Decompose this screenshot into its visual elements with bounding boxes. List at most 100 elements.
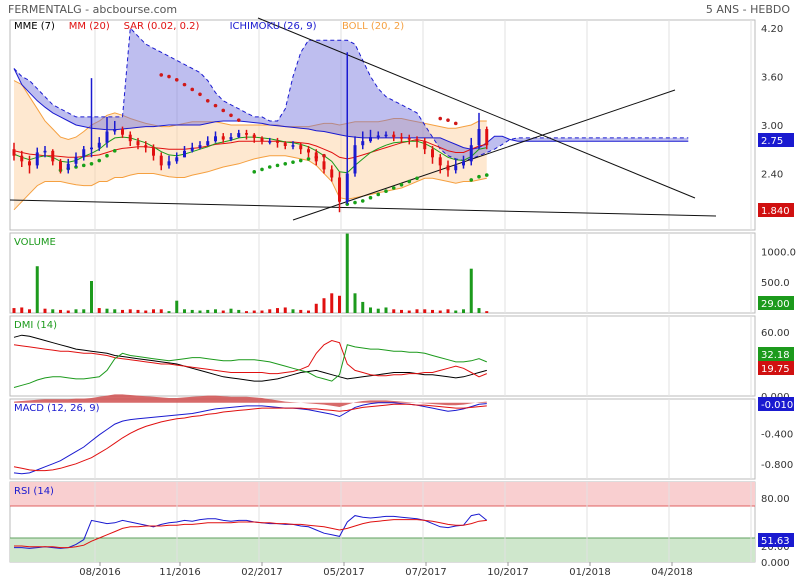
volume-panel: [9, 232, 756, 314]
volume-bar: [345, 233, 349, 313]
volume-bar: [431, 309, 434, 313]
volume-bar: [51, 309, 55, 313]
x-tick-4: 07/2017: [405, 567, 447, 578]
candle-body: [384, 134, 388, 137]
x-tick-5: 10/2017: [487, 567, 529, 578]
volume-bar: [190, 309, 194, 313]
volume-bar: [97, 308, 101, 313]
sar-dot: [205, 98, 210, 103]
candle-body: [485, 129, 489, 146]
x-tick-1: 11/2016: [159, 567, 201, 578]
volume-bar: [245, 311, 248, 313]
price-last-value: 2.75: [761, 136, 783, 147]
volume-bar: [12, 308, 16, 313]
sar-dot: [198, 92, 202, 97]
candle-body: [214, 136, 217, 142]
volume-bar: [415, 309, 419, 313]
volume-bar: [90, 281, 93, 313]
sar-dot: [353, 200, 357, 205]
price-ytick-1: 3.60: [761, 73, 783, 84]
sar-dot: [407, 179, 412, 184]
candle-body: [159, 155, 163, 166]
volume-bar: [407, 310, 411, 313]
volume-bar: [283, 307, 287, 313]
candle-body: [307, 149, 310, 153]
volume-bar: [20, 307, 24, 313]
candle-body: [392, 134, 396, 138]
sar-dot: [438, 116, 443, 121]
candle-body: [283, 142, 287, 146]
candle-body: [97, 142, 101, 148]
sar-dot: [159, 73, 164, 77]
volume-bar: [299, 309, 303, 313]
candle-body: [66, 163, 70, 170]
candle-body: [477, 129, 481, 146]
volume-bar: [121, 309, 124, 313]
price-last-label: 1.840: [761, 206, 790, 217]
candle-body: [260, 137, 264, 142]
volume-bar: [152, 309, 155, 313]
candle-body: [345, 173, 349, 202]
candle-body: [175, 157, 179, 162]
candle-body: [113, 129, 117, 132]
candle-body: [198, 145, 202, 148]
candle-body: [12, 149, 16, 156]
price-legend-3: ICHIMOKU (26, 9): [230, 21, 317, 32]
candle-body: [314, 152, 318, 162]
sar-dot: [384, 189, 388, 194]
volume-bar: [113, 309, 117, 313]
volume-bar: [314, 303, 318, 313]
x-tick-3: 05/2017: [323, 567, 365, 578]
volume-ytick-0: 1000.0: [761, 247, 796, 258]
volume-bar: [229, 308, 233, 313]
macd-ytick-1: -0.800: [761, 460, 793, 471]
candle-body: [400, 137, 403, 139]
candle-body: [299, 145, 303, 150]
volume-bar: [237, 309, 241, 313]
dmi-legend-0: DMI (14): [14, 320, 57, 331]
dmi-value-1: 32.18: [761, 350, 790, 361]
sar-dot: [236, 118, 241, 122]
volume-bar: [66, 310, 70, 313]
sar-dot: [267, 165, 272, 169]
volume-bar: [400, 309, 403, 313]
sar-dot: [391, 186, 396, 190]
candle-body: [74, 157, 78, 164]
rsi-last-value: 51.63: [761, 536, 790, 547]
candle-body: [268, 141, 272, 143]
candle-body: [291, 145, 295, 147]
candle-body: [152, 147, 155, 156]
x-tick-2: 02/2017: [241, 567, 283, 578]
candle-body: [128, 134, 132, 142]
candle-body: [20, 155, 24, 162]
sar-dot: [453, 121, 458, 126]
sar-dot: [415, 176, 419, 181]
sar-dot: [399, 182, 404, 187]
candle-body: [90, 147, 93, 150]
candle-body: [28, 161, 31, 166]
sar-dot: [298, 158, 303, 163]
volume-bar: [369, 307, 372, 313]
rsi-ytick-0: 80.00: [761, 494, 790, 505]
sar-dot: [213, 103, 218, 108]
volume-bar: [28, 309, 31, 313]
volume-bar: [214, 309, 217, 313]
volume-bar: [384, 307, 388, 313]
sar-dot: [112, 149, 117, 153]
candle-body: [121, 129, 124, 135]
candle-body: [469, 145, 473, 162]
sar-dot: [306, 157, 311, 161]
candle-body: [167, 161, 171, 166]
volume-bar: [167, 311, 171, 313]
sar-dot: [260, 167, 264, 172]
candle-body: [206, 141, 210, 146]
volume-bar: [462, 309, 465, 313]
candle-body: [353, 145, 357, 174]
candle-body: [361, 141, 365, 146]
volume-bar: [198, 310, 202, 313]
sar-dot: [182, 82, 187, 87]
candle-body: [407, 137, 411, 140]
volume-bar: [307, 310, 310, 313]
volume-bar: [376, 308, 380, 313]
candle-body: [82, 149, 86, 158]
